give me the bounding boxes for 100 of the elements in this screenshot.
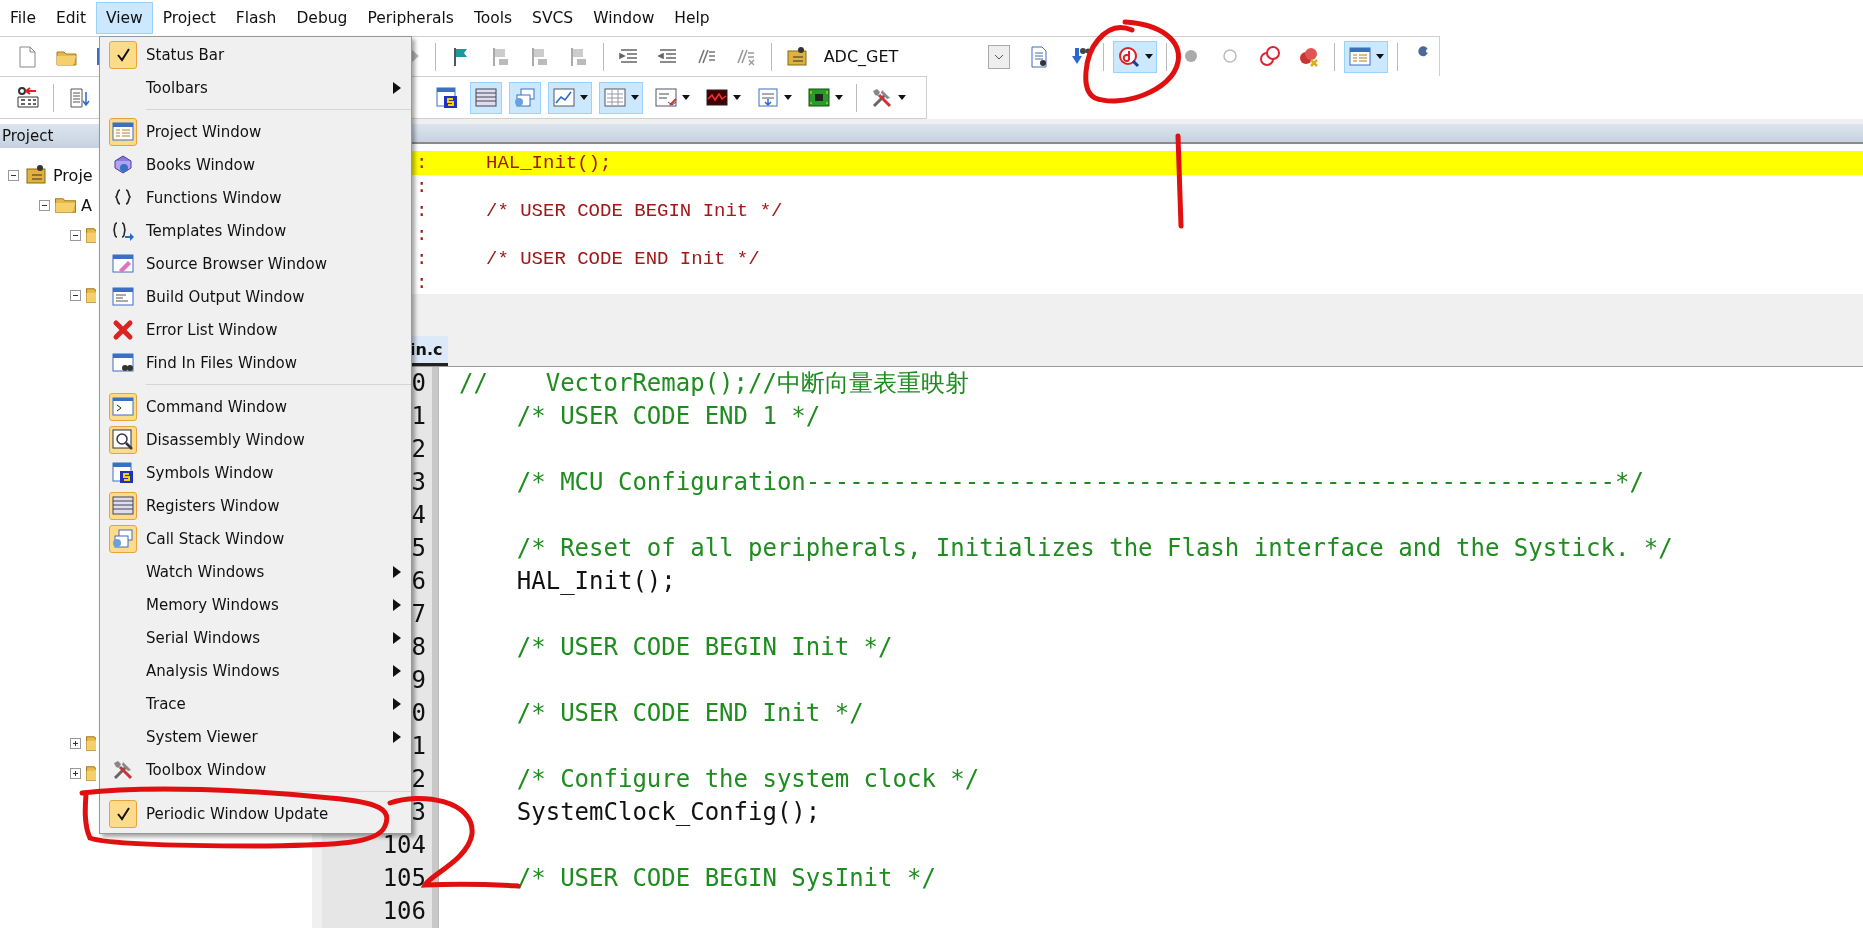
line-number: 9 — [411, 666, 426, 694]
output-window-icon — [111, 284, 135, 309]
menu-item[interactable]: Toolbox Window — [100, 753, 411, 786]
error-icon — [111, 317, 135, 342]
code-line: /* USER CODE END Init */ — [486, 248, 760, 271]
menu-item[interactable]: Watch Windows — [100, 555, 411, 588]
menu-item[interactable]: Functions Window — [100, 181, 411, 214]
collapse-icon[interactable] — [8, 169, 19, 181]
target-dropdown[interactable]: ADC_GET — [819, 41, 1011, 72]
expand-icon[interactable] — [70, 767, 81, 779]
reset-icon — [16, 85, 40, 110]
code-line: /* Configure the system clock */ — [515, 765, 980, 793]
line-number: 7 — [411, 600, 426, 628]
menu-item[interactable]: Tools — [463, 2, 523, 34]
line-marker: : — [416, 152, 429, 175]
menu-item[interactable]: Memory Windows — [100, 588, 411, 621]
debug-button[interactable] — [1113, 40, 1158, 73]
folder-icon — [55, 197, 76, 213]
line-number: 1 — [411, 402, 426, 430]
expand-icon[interactable] — [70, 737, 81, 749]
menu-item[interactable]: Symbols Window — [100, 456, 411, 489]
menu-item[interactable]: Help — [664, 2, 720, 34]
caret-icon — [835, 95, 843, 100]
window-button[interactable] — [1344, 40, 1389, 73]
menu-item[interactable]: File — [0, 2, 46, 34]
line-number: 2 — [411, 435, 426, 463]
line-marker: : — [416, 248, 429, 271]
chart-button[interactable] — [548, 81, 592, 114]
menu-item[interactable]: Registers Window — [100, 489, 411, 522]
submenu-arrow-icon — [393, 81, 401, 94]
menu-item[interactable]: Flash — [225, 2, 287, 34]
code-line: /* USER CODE END Init */ — [515, 699, 864, 727]
menu-item[interactable]: Debug — [286, 2, 358, 34]
menu-item[interactable]: Command Window — [100, 390, 411, 423]
collapse-icon[interactable] — [39, 199, 50, 211]
menu-item[interactable]: Call Stack Window — [100, 522, 411, 555]
submenu-arrow-icon — [393, 565, 401, 578]
symbols-icon — [435, 85, 459, 110]
menu-item[interactable]: Build Output Window — [100, 280, 411, 313]
chart-icon — [552, 85, 576, 110]
caret-icon — [898, 95, 906, 100]
menu-item[interactable]: Source Browser Window — [100, 247, 411, 280]
code-line: HAL_Init(); — [515, 567, 676, 595]
menu-item[interactable]: Trace — [100, 687, 411, 720]
collapse-icon[interactable] — [70, 289, 81, 301]
menu-item[interactable]: Edit — [45, 2, 96, 34]
caret-icon — [1145, 54, 1154, 59]
menu-item[interactable]: Toolbars — [100, 71, 411, 104]
menu-item[interactable]: Peripherals — [357, 2, 464, 34]
line-marker: : — [416, 224, 429, 247]
submenu-arrow-icon — [393, 697, 401, 710]
menu-item[interactable]: Window — [583, 2, 665, 34]
tree-item[interactable]: A — [81, 195, 92, 215]
line-number: 106 — [382, 897, 426, 925]
menu-item[interactable]: Serial Windows — [100, 621, 411, 654]
line-marker: : — [416, 176, 429, 199]
menu-item[interactable]: View — [95, 2, 153, 34]
caret-icon — [733, 95, 741, 100]
menu-item[interactable]: Periodic Window Update — [100, 797, 411, 830]
line-number: 3 — [411, 468, 426, 496]
code-line: /* USER CODE BEGIN SysInit */ — [515, 864, 936, 892]
serial-icon — [654, 85, 678, 110]
collapse-icon[interactable] — [70, 229, 81, 241]
menu-item[interactable]: System Viewer — [100, 720, 411, 753]
call-stack-icon — [513, 85, 537, 110]
line-number: 4 — [411, 501, 426, 529]
caret-icon — [580, 95, 588, 100]
line-marker: : — [416, 272, 429, 295]
code-line: /* Reset of all peripherals, Initializes the Flash interface and the Systick. */ — [515, 534, 1673, 562]
registers-icon — [474, 85, 498, 110]
line-number: 0 — [411, 699, 426, 727]
submenu-arrow-icon — [393, 730, 401, 743]
menu-item[interactable]: Project — [152, 2, 226, 34]
target-options-icon — [784, 44, 809, 69]
symbols-icon — [111, 460, 135, 485]
menu-item[interactable]: Disassembly Window — [100, 423, 411, 456]
line-number: 104 — [382, 831, 426, 859]
find-window-icon — [111, 350, 135, 375]
line-number: 105 — [382, 864, 426, 892]
line-number: 6 — [411, 567, 426, 595]
code-line: /* USER CODE BEGIN Init */ — [486, 200, 783, 223]
menu-item[interactable]: Status Bar — [100, 38, 411, 71]
line-number: 0 — [411, 369, 426, 397]
menu-item[interactable]: Analysis Windows — [100, 654, 411, 687]
browser-icon — [111, 251, 135, 276]
list-icon — [67, 85, 91, 110]
memory-button[interactable] — [599, 81, 643, 114]
line-number: 5 — [411, 534, 426, 562]
registers-button[interactable] — [470, 81, 502, 114]
board-icon — [807, 85, 831, 110]
menu-item[interactable]: Templates Window — [100, 214, 411, 247]
caret-icon — [784, 95, 792, 100]
project-icon — [24, 163, 48, 187]
trace-icon — [756, 85, 780, 110]
menu-item[interactable]: SVCS — [522, 2, 584, 34]
call-stack-button[interactable] — [509, 81, 541, 114]
tree-item[interactable]: Proje — [53, 165, 93, 185]
submenu-arrow-icon — [393, 631, 401, 644]
debug-icon — [1117, 44, 1142, 69]
menu-item[interactable]: Books Window — [100, 148, 411, 181]
